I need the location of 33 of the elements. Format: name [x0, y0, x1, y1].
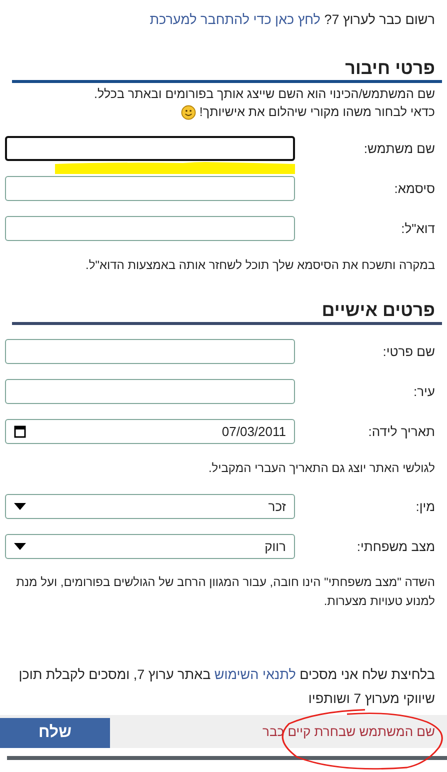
input-field[interactable] [5, 379, 295, 404]
input-field[interactable] [5, 339, 295, 364]
field-label: שם משתמש: [362, 141, 435, 156]
dropdown-arrow-icon [14, 543, 26, 550]
help-text: לגולשי האתר יוצג גם התאריך העברי המקביל. [207, 460, 435, 477]
login-link[interactable]: לחץ כאן כדי להתחבר למערכת [150, 12, 320, 27]
intro-text: שם המשתמש/הכינוי הוא השם שייצג אותך בפורומים ובאתר בכלל. [94, 86, 435, 103]
help-text: השדה "מצב משפחתי" הינו חובה, עבור המגוון הרחב של הגולשים בפורומים, ועל מנת למנוע טעויות מצערות. [15, 574, 435, 610]
field-label: מין: [414, 499, 435, 514]
input-field[interactable] [5, 216, 295, 241]
date-field[interactable]: 07/03/2011 [5, 419, 295, 444]
input-field[interactable] [5, 136, 295, 161]
field-label: מצב משפחתי: [356, 539, 435, 554]
login-prompt: רשום כבר לערוץ 7? לחץ כאן כדי להתחבר למערכת [148, 11, 435, 29]
smiley-icon [181, 104, 196, 120]
dropdown[interactable]: רווק [5, 534, 295, 559]
dropdown[interactable]: זכר [5, 494, 295, 519]
field-label: עיר: [412, 384, 435, 399]
dropdown-arrow-icon [14, 503, 26, 510]
terms-link[interactable]: לתנאי השימוש [214, 667, 296, 682]
section-heading: פרטים אישיים [12, 298, 442, 325]
field-label: תאריך לידה: [367, 424, 435, 439]
terms-text: בלחיצת שלח אני מסכים לתנאי השימוש באתר ערוץ 7, ומסכים לקבלת תוכן שיווקי מערוץ 7 ושותפיו [18, 666, 435, 708]
section-heading: פרטי חיבור [12, 56, 442, 83]
field-label: שם פרטי: [382, 344, 435, 359]
error-message: שם המשתמש שבחרת קיים כבר [262, 724, 435, 739]
field-label: דוא"ל: [400, 221, 435, 236]
field-label: סיסמא: [393, 181, 435, 196]
input-field[interactable] [5, 176, 295, 201]
help-text: במקרה ותשכח את הסיסמא שלך תוכל לשחזר אותה באמצעות הדוא"ל. [84, 257, 435, 274]
submit-button[interactable]: שלח [0, 718, 110, 748]
calendar-icon[interactable] [14, 425, 26, 438]
intro-text: כדאי לבחור משהו מקורי שיהלום את אישיותך! [199, 104, 435, 121]
